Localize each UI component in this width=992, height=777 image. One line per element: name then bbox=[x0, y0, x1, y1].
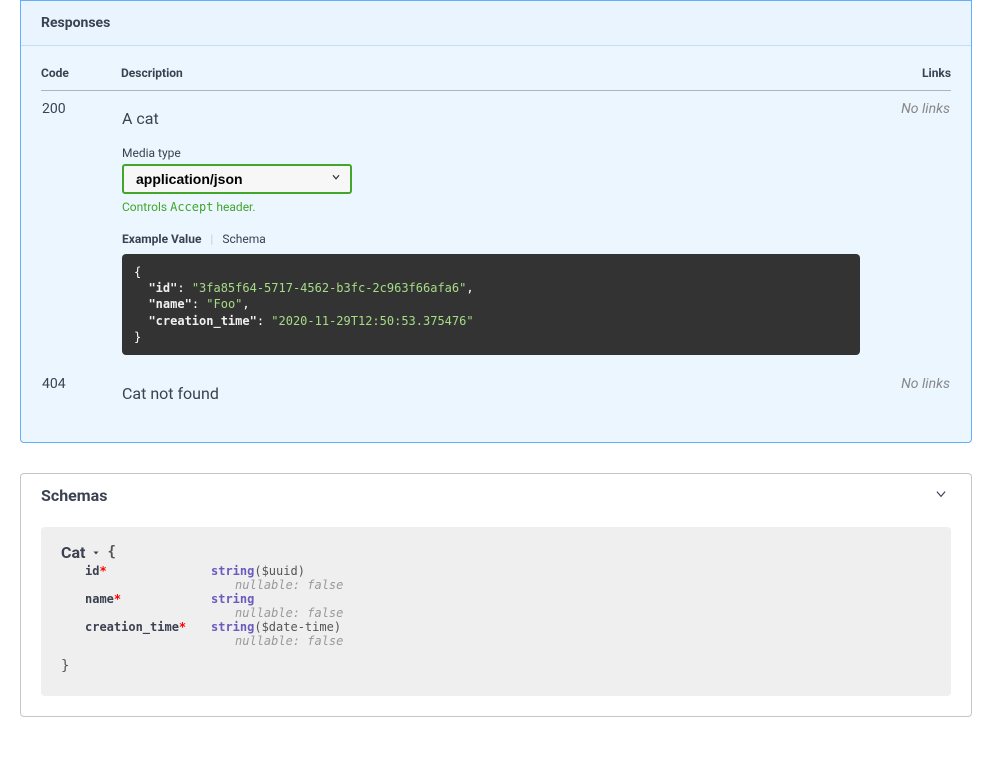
model-toggle[interactable]: Cat { bbox=[61, 543, 116, 562]
tab-schema[interactable]: Schema bbox=[222, 232, 265, 246]
col-header-code: Code bbox=[41, 66, 121, 91]
media-type-select-wrap: application/json bbox=[122, 164, 352, 194]
prop-format: ($uuid) bbox=[254, 564, 305, 578]
prop-type: string bbox=[211, 620, 254, 634]
no-links-text: No links bbox=[901, 376, 950, 392]
response-row: 200 A cat Media type application/json bbox=[41, 91, 951, 366]
media-type-select[interactable]: application/json bbox=[122, 164, 352, 194]
response-code: 404 bbox=[41, 366, 121, 422]
tab-example-value[interactable]: Example Value bbox=[122, 232, 201, 246]
prop-name: id bbox=[85, 564, 99, 578]
response-description-cell: Cat not found bbox=[121, 366, 861, 422]
media-type-label: Media type bbox=[122, 146, 860, 160]
open-brace: { bbox=[107, 544, 115, 560]
col-header-description: Description bbox=[121, 66, 861, 91]
model-box: Cat { id* string($uuid) nullable: false bbox=[41, 527, 951, 696]
required-star: * bbox=[114, 592, 121, 606]
accept-header-note: Controls Accept header. bbox=[122, 200, 860, 214]
response-description: A cat bbox=[122, 109, 860, 128]
chevron-down-icon bbox=[91, 543, 101, 562]
tab-separator: | bbox=[210, 232, 213, 246]
response-row: 404 Cat not found No links bbox=[41, 366, 951, 422]
response-links-cell: No links bbox=[861, 91, 951, 366]
prop-type: string bbox=[211, 564, 254, 578]
prop-name: name bbox=[85, 592, 114, 606]
schemas-panel: Schemas Cat { id* string($uuid) bbox=[20, 473, 972, 717]
model-name: Cat bbox=[61, 543, 85, 562]
responses-table: Code Description Links 200 A cat Media t… bbox=[41, 66, 951, 422]
schemas-title: Schemas bbox=[41, 486, 107, 505]
required-star: * bbox=[99, 564, 106, 578]
responses-header: Responses bbox=[21, 1, 971, 46]
no-links-text: No links bbox=[901, 101, 950, 117]
prop-meta: nullable: false bbox=[61, 606, 931, 620]
required-star: * bbox=[179, 620, 186, 634]
prop-format: ($date-time) bbox=[254, 620, 341, 634]
model-property: creation_time* string($date-time) bbox=[61, 620, 931, 634]
responses-body: Code Description Links 200 A cat Media t… bbox=[21, 46, 971, 442]
response-links-cell: No links bbox=[861, 366, 951, 422]
schemas-body: Cat { id* string($uuid) nullable: false bbox=[21, 517, 971, 716]
prop-meta: nullable: false bbox=[61, 578, 931, 592]
chevron-down-icon bbox=[931, 486, 951, 505]
prop-name: creation_time bbox=[85, 620, 179, 634]
response-description: Cat not found bbox=[122, 384, 860, 403]
example-code-block: { "id": "3fa85f64-5717-4562-b3fc-2c963f6… bbox=[122, 254, 860, 355]
response-description-cell: A cat Media type application/json Contro… bbox=[121, 91, 861, 366]
prop-type: string bbox=[211, 592, 254, 606]
responses-panel: Responses Code Description Links 200 A c… bbox=[20, 0, 972, 443]
col-header-links: Links bbox=[861, 66, 951, 91]
schemas-header[interactable]: Schemas bbox=[21, 474, 971, 517]
response-code: 200 bbox=[41, 91, 121, 366]
prop-meta: nullable: false bbox=[61, 634, 931, 648]
model-property: id* string($uuid) bbox=[61, 564, 931, 578]
model-property: name* string bbox=[61, 592, 931, 606]
close-brace: } bbox=[61, 658, 931, 674]
example-schema-tabs: Example Value | Schema bbox=[122, 232, 860, 246]
model-properties: id* string($uuid) nullable: false name* … bbox=[61, 564, 931, 648]
